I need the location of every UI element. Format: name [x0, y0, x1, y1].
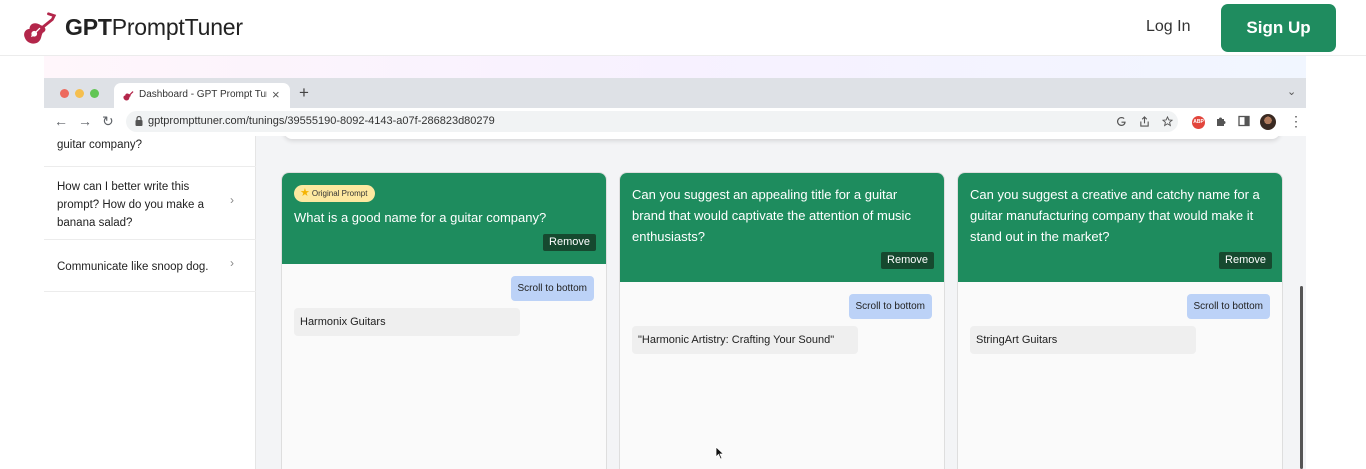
brand-name[interactable]: GPTPromptTuner	[65, 14, 243, 41]
scroll-to-bottom-button[interactable]: Scroll to bottom	[1186, 294, 1270, 319]
scroll-to-bottom-button[interactable]: Scroll to bottom	[848, 294, 932, 319]
remove-button[interactable]: Remove	[543, 234, 596, 251]
sidebar-item[interactable]: Communicate like snoop dog. ›	[44, 240, 256, 292]
tab-close-icon[interactable]: ×	[272, 87, 280, 102]
prompt-header: Can you suggest a creative and catchy na…	[958, 173, 1282, 282]
share-icon[interactable]	[1139, 116, 1150, 127]
tab-bar: Dashboard - GPT Prompt Tuner × + ⌄	[44, 78, 1306, 108]
response-bubble: Harmonix Guitars	[294, 308, 520, 336]
login-button[interactable]: Log In	[1146, 18, 1190, 36]
reload-icon[interactable]: ↻	[102, 113, 114, 130]
browser-tab[interactable]: Dashboard - GPT Prompt Tuner ×	[114, 83, 290, 108]
prompt-text: Can you suggest a creative and catchy na…	[970, 187, 1260, 244]
guitar-favicon-icon	[123, 91, 134, 101]
sidebar-item[interactable]: guitar company? ›	[44, 136, 256, 167]
prompt-header: Can you suggest an appealing title for a…	[620, 173, 944, 282]
tab-list-chevron-icon[interactable]: ⌄	[1287, 85, 1296, 98]
brand-bold: GPT	[65, 14, 112, 40]
extensions-puzzle-icon[interactable]	[1215, 115, 1227, 127]
side-panel-icon[interactable]	[1238, 115, 1250, 127]
sidebar-item[interactable]: How can I better write this prompt? How …	[44, 167, 256, 240]
guitar-logo-icon[interactable]	[20, 10, 58, 48]
prompt-text: What is a good name for a guitar company…	[294, 210, 547, 225]
maximize-window-dot[interactable]	[90, 89, 99, 98]
star-icon: ★	[300, 187, 310, 199]
response-bubble: "Harmonic Artistry: Crafting Your Sound"	[632, 326, 858, 354]
page-viewport: guitar company? › How can I better write…	[44, 136, 1306, 469]
prompt-input-card	[284, 136, 1280, 139]
browser-window: Dashboard - GPT Prompt Tuner × + ⌄ ← → ↻…	[44, 78, 1306, 469]
minimize-window-dot[interactable]	[75, 89, 84, 98]
tab-title: Dashboard - GPT Prompt Tuner	[139, 89, 267, 100]
address-toolbar: ← → ↻ gptprompttuner.com/tunings/3955519…	[44, 108, 1306, 136]
badge-label: Original Prompt	[311, 189, 368, 198]
sidebar-item-label: Communicate like snoop dog.	[57, 261, 209, 273]
sidebar-item-label: guitar company?	[57, 139, 143, 151]
signup-button[interactable]: Sign Up	[1221, 4, 1336, 52]
site-header: GPTPromptTuner Log In Sign Up	[0, 0, 1366, 56]
chevron-right-icon: ›	[230, 256, 234, 270]
address-bar[interactable]: gptprompttuner.com/tunings/39555190-8092…	[126, 111, 1178, 132]
lock-icon	[135, 116, 143, 126]
response-bubble: StringArt Guitars	[970, 326, 1196, 354]
brand-rest: PromptTuner	[111, 14, 243, 40]
google-icon[interactable]	[1116, 116, 1127, 127]
adblock-extension-icon[interactable]: ABP	[1192, 116, 1205, 129]
prompt-column: ★ Original Prompt What is a good name for…	[281, 172, 607, 469]
bookmark-star-icon[interactable]	[1162, 116, 1173, 127]
scrollbar-thumb[interactable]	[1300, 286, 1303, 469]
profile-avatar[interactable]	[1260, 114, 1276, 130]
new-tab-icon[interactable]: +	[299, 83, 309, 103]
prompt-column: Can you suggest an appealing title for a…	[619, 172, 945, 469]
mouse-cursor-icon	[715, 446, 725, 460]
url-text: gptprompttuner.com/tunings/39555190-8092…	[148, 115, 495, 127]
remove-button[interactable]: Remove	[1219, 252, 1272, 269]
browser-menu-icon[interactable]: ⋮	[1289, 113, 1303, 130]
tunings-sidebar: guitar company? › How can I better write…	[44, 136, 256, 469]
original-prompt-badge: ★ Original Prompt	[294, 185, 376, 202]
chevron-right-icon: ›	[230, 193, 234, 207]
scroll-to-bottom-button[interactable]: Scroll to bottom	[510, 276, 594, 301]
prompt-text: Can you suggest an appealing title for a…	[632, 187, 911, 244]
sidebar-item-label: How can I better write this prompt? How …	[57, 181, 205, 229]
prompt-column: Can you suggest a creative and catchy na…	[957, 172, 1283, 469]
hero-gradient-strip	[44, 56, 1306, 78]
prompt-header: ★ Original Prompt What is a good name for…	[282, 173, 606, 264]
close-window-dot[interactable]	[60, 89, 69, 98]
remove-button[interactable]: Remove	[881, 252, 934, 269]
forward-arrow-icon[interactable]: →	[78, 113, 92, 129]
back-arrow-icon[interactable]: ←	[54, 113, 68, 129]
